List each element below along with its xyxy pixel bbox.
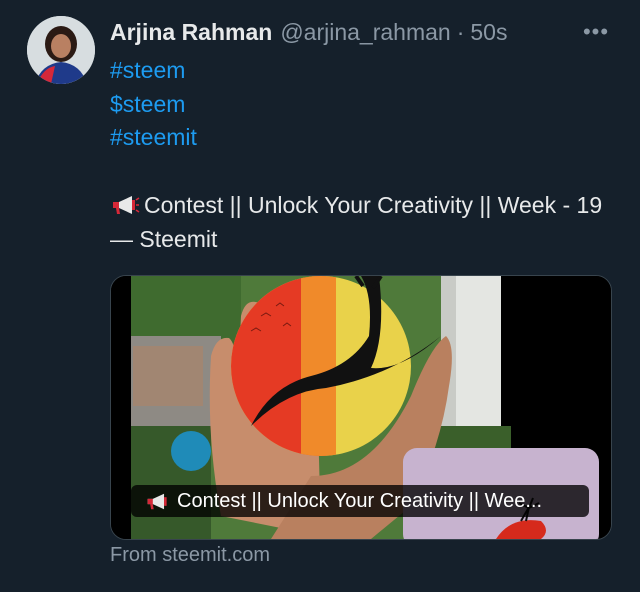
tweet-text: Contest || Unlock Your Creativity || Wee… — [110, 188, 610, 256]
megaphone-icon — [113, 196, 140, 214]
display-name[interactable]: Arjina Rahman — [110, 19, 272, 46]
link-card[interactable]: Contest || Unlock Your Creativity || Wee… — [110, 275, 612, 540]
megaphone-icon — [147, 493, 167, 509]
timestamp[interactable]: 50s — [470, 19, 507, 46]
hashtag-steemit[interactable]: #steemit — [110, 121, 197, 155]
link-source[interactable]: From steemit.com — [110, 544, 270, 567]
tweet-body: Contest || Unlock Your Creativity || Wee… — [110, 192, 603, 252]
tag-list: #steem $steem #steemit — [110, 54, 197, 155]
separator: · — [456, 18, 465, 45]
user-handle[interactable]: @arjina_rahman — [280, 19, 450, 46]
avatar[interactable] — [27, 16, 95, 84]
more-options-icon[interactable]: ••• — [578, 19, 614, 44]
hashtag-steem[interactable]: #steem — [110, 54, 197, 88]
cashtag-steem[interactable]: $steem — [110, 88, 197, 122]
avatar-image — [27, 16, 95, 84]
tweet-header: Arjina Rahman @arjina_rahman · 50s — [110, 14, 507, 50]
card-title[interactable]: Contest || Unlock Your Creativity || Wee… — [131, 485, 589, 517]
card-title-text: Contest || Unlock Your Creativity || Wee… — [177, 489, 543, 512]
